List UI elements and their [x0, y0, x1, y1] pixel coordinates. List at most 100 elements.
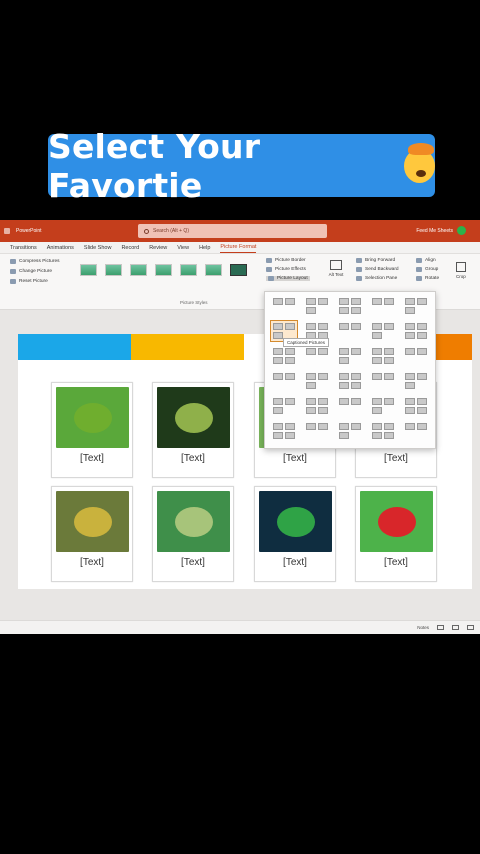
bring-forward-button[interactable]: Bring Forward [356, 258, 399, 263]
frog-photo[interactable] [157, 387, 230, 448]
caption-text[interactable]: [Text] [255, 557, 335, 568]
caption-text[interactable]: [Text] [52, 557, 132, 568]
picture-styles-label: Picture Styles [180, 300, 208, 305]
send-backward-button[interactable]: Send Backward [356, 267, 399, 272]
picture-style-4[interactable] [155, 264, 172, 276]
status-bar: Notes [0, 620, 480, 634]
layout-option[interactable] [271, 396, 297, 416]
picture-card[interactable]: [Text] [152, 382, 234, 478]
search-input[interactable]: Search (Alt + Q) [138, 224, 327, 238]
picture-style-7[interactable] [230, 264, 247, 276]
layout-option[interactable] [370, 421, 396, 441]
picture-style-3[interactable] [130, 264, 147, 276]
layout-option[interactable] [271, 346, 297, 366]
layout-option[interactable] [403, 296, 429, 316]
picture-border-button[interactable]: Picture Border [266, 258, 310, 263]
rotate-button[interactable]: Rotate [416, 276, 439, 281]
picture-layout-button[interactable]: Picture Layout [266, 276, 310, 281]
layout-block [306, 398, 316, 405]
reset-picture-button[interactable]: Reset Picture [10, 279, 60, 284]
picture-style-6[interactable] [205, 264, 222, 276]
align-button[interactable]: Align [416, 258, 439, 263]
layout-option[interactable] [304, 421, 330, 441]
tab-record[interactable]: Record [121, 245, 139, 253]
caption-text[interactable]: [Text] [153, 453, 233, 464]
layout-option[interactable] [337, 371, 363, 391]
layout-option[interactable] [403, 371, 429, 391]
tab-help[interactable]: Help [199, 245, 210, 253]
caption-text[interactable]: [Text] [153, 557, 233, 568]
layout-option[interactable] [370, 346, 396, 366]
tab-slide-show[interactable]: Slide Show [84, 245, 112, 253]
crop-button[interactable]: Crop [456, 262, 466, 279]
normal-view-icon[interactable] [437, 625, 444, 630]
alt-text-button[interactable]: Alt Text [328, 260, 344, 277]
frog-photo[interactable] [56, 387, 129, 448]
layout-block [417, 407, 427, 414]
caption-text[interactable]: [Text] [52, 453, 132, 464]
search-placeholder: Search (Alt + Q) [153, 228, 189, 234]
tab-animations[interactable]: Animations [47, 245, 74, 253]
avatar[interactable] [457, 226, 466, 235]
picture-card[interactable]: [Text] [51, 382, 133, 478]
change-picture-button[interactable]: Change Picture [10, 269, 60, 274]
layout-block [285, 398, 295, 405]
layout-option[interactable] [403, 421, 429, 441]
exploding-head-icon [403, 142, 435, 183]
layout-block [384, 423, 394, 430]
frog-photo[interactable] [360, 491, 433, 552]
layout-option[interactable] [403, 321, 429, 341]
layout-block [351, 423, 361, 430]
caption-text[interactable]: [Text] [255, 453, 335, 464]
layout-option[interactable] [337, 421, 363, 441]
arrange-group: Bring Forward Send Backward Selection Pa… [356, 258, 399, 281]
layout-option[interactable] [304, 296, 330, 316]
layout-option[interactable] [403, 346, 429, 366]
picture-style-5[interactable] [180, 264, 197, 276]
layout-block [339, 382, 349, 389]
layout-option[interactable] [304, 346, 330, 366]
tab-transitions[interactable]: Transitions [10, 245, 37, 253]
picture-card[interactable]: [Text] [355, 486, 437, 582]
layout-option[interactable] [337, 346, 363, 366]
layout-option[interactable] [370, 396, 396, 416]
frog-photo[interactable] [56, 491, 129, 552]
layout-option[interactable] [304, 396, 330, 416]
layout-option[interactable] [271, 296, 297, 316]
caption-text[interactable]: [Text] [356, 557, 436, 568]
layout-option[interactable] [370, 296, 396, 316]
layout-option[interactable] [337, 396, 363, 416]
layout-option[interactable] [337, 321, 363, 341]
autosave-icon[interactable] [4, 228, 10, 234]
layout-option[interactable] [403, 396, 429, 416]
user-area[interactable]: Feed Me Sheets [416, 226, 466, 235]
picture-card[interactable]: [Text] [51, 486, 133, 582]
tab-picture-format[interactable]: Picture Format [220, 244, 257, 253]
selection-pane-button[interactable]: Selection Pane [356, 276, 399, 281]
layout-block [405, 307, 415, 314]
picture-style-2[interactable] [105, 264, 122, 276]
picture-card[interactable]: [Text] [254, 486, 336, 582]
layout-option[interactable] [304, 371, 330, 391]
slide-sorter-icon[interactable] [452, 625, 459, 630]
compress-pictures-button[interactable]: Compress Pictures [10, 259, 60, 264]
layout-option[interactable] [370, 371, 396, 391]
search-icon [144, 228, 149, 234]
tab-view[interactable]: View [177, 245, 189, 253]
picture-effects-button[interactable]: Picture Effects [266, 267, 310, 272]
group-button[interactable]: Group [416, 267, 439, 272]
layout-block [405, 348, 415, 355]
frog-photo[interactable] [157, 491, 230, 552]
layout-option[interactable] [337, 296, 363, 316]
layout-block [306, 373, 316, 380]
frog-photo[interactable] [259, 491, 332, 552]
picture-style-1[interactable] [80, 264, 97, 276]
reading-view-icon[interactable] [467, 625, 474, 630]
picture-card[interactable]: [Text] [152, 486, 234, 582]
caption-text[interactable]: [Text] [356, 453, 436, 464]
layout-option[interactable] [370, 321, 396, 341]
layout-option[interactable] [271, 421, 297, 441]
tab-review[interactable]: Review [149, 245, 167, 253]
notes-button[interactable]: Notes [417, 625, 429, 630]
layout-option[interactable] [271, 371, 297, 391]
